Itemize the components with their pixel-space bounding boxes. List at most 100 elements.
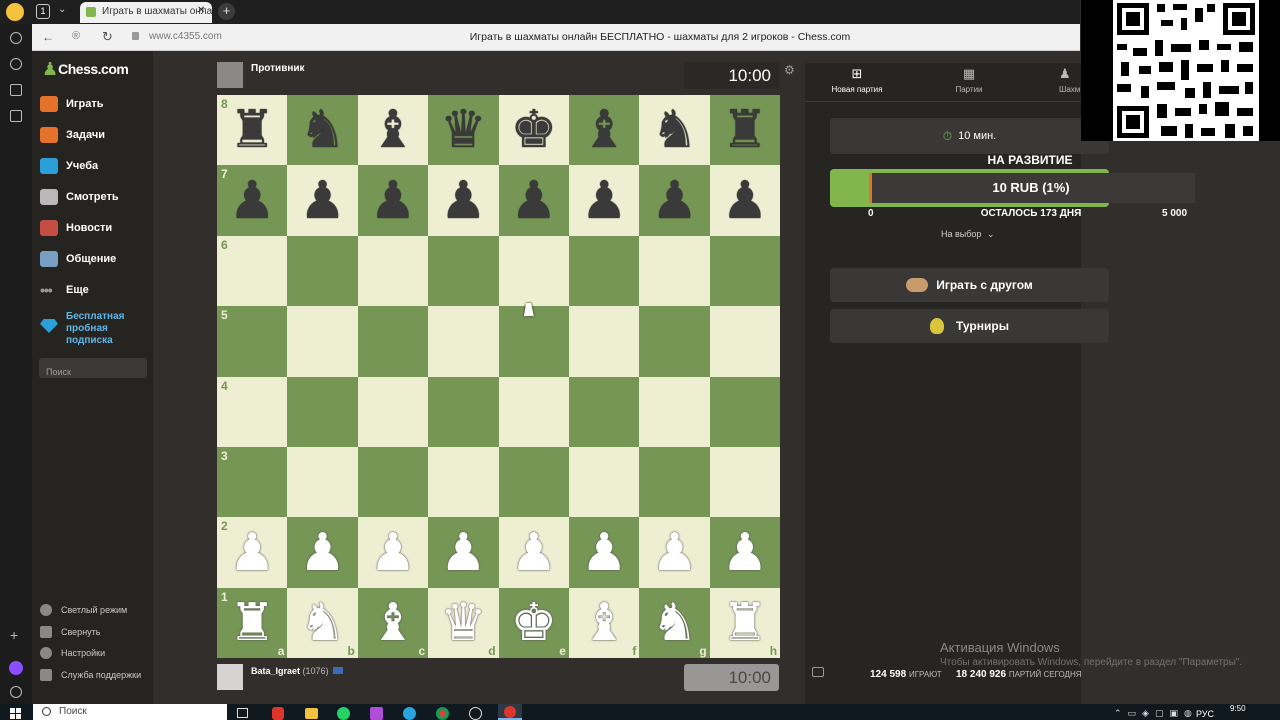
tab-close-icon[interactable]: ✕ (197, 5, 205, 16)
nav-news[interactable]: Новости (40, 217, 152, 239)
tournaments-button[interactable]: Турниры (830, 309, 1109, 343)
play-friend-button[interactable]: Играть с другом (830, 268, 1109, 302)
board-settings-gear-icon[interactable]: ⚙ (784, 63, 795, 77)
board-square-e8[interactable]: ♚ (498, 95, 569, 166)
white-piece[interactable]: ♟ (651, 527, 698, 579)
history-icon[interactable] (10, 32, 22, 44)
white-piece[interactable]: ♛ (440, 597, 487, 649)
yandex-browser-taskbar-icon[interactable] (498, 704, 522, 720)
board-square-b7[interactable]: ♟ (287, 165, 358, 236)
nav-light-mode[interactable]: Светлый режим (40, 604, 127, 616)
board-square-h4[interactable] (709, 376, 781, 447)
black-piece[interactable]: ♝ (370, 104, 417, 156)
whatsapp-icon[interactable] (337, 707, 350, 720)
board-square-b3[interactable] (287, 446, 358, 518)
player-name[interactable]: Bata_Igraet (251, 666, 300, 676)
board-square-f3[interactable] (568, 446, 640, 518)
board-square-b6[interactable] (287, 235, 358, 307)
telegram-icon[interactable] (403, 707, 416, 720)
board-square-e3[interactable] (498, 446, 569, 518)
nav-social[interactable]: Общение (40, 248, 152, 270)
white-piece[interactable]: ♟ (229, 527, 276, 579)
board-square-g8[interactable]: ♞ (639, 95, 710, 166)
black-piece[interactable]: ♟ (299, 175, 346, 227)
tab-players[interactable]: ♟ Шахм (1040, 66, 1080, 94)
board-square-g3[interactable] (639, 446, 710, 518)
board-square-e1[interactable]: e ♚ (498, 587, 569, 659)
tray-icons[interactable]: ⌃▭◈▢▣◍ (1114, 708, 1198, 719)
app-icon[interactable] (370, 707, 383, 720)
board-square-b5[interactable] (287, 306, 358, 377)
new-tab-button[interactable]: + (218, 3, 235, 20)
board-square-h7[interactable]: ♟ (709, 165, 781, 236)
player-avatar[interactable] (217, 664, 243, 690)
board-square-c7[interactable]: ♟ (357, 165, 429, 236)
board-square-f4[interactable] (568, 376, 640, 447)
board-square-a6[interactable]: 6 (217, 235, 288, 307)
board-square-a8[interactable]: 8 ♜ (217, 95, 288, 166)
board-square-h8[interactable]: ♜ (709, 95, 781, 166)
black-piece[interactable]: ♝ (581, 104, 628, 156)
board-square-c5[interactable] (357, 306, 429, 377)
tab-games[interactable]: ▦ Партии (929, 66, 1009, 94)
board-square-g6[interactable] (639, 235, 710, 307)
yandex-app-icon[interactable] (272, 707, 284, 720)
board-square-f2[interactable]: ♟ (568, 517, 640, 588)
board-square-b4[interactable] (287, 376, 358, 447)
board-square-f5[interactable] (568, 306, 640, 377)
chess-board[interactable]: 8 ♜ ♞ ♝ ♛ ♚ ♝ ♞ ♜ 7 ♟ ♟ ♟ ♟ ♟ ♟ ♟ ♟ 6 5 4 3 2 ♟ ♟ ♟ ♟ ♟ ♟ ♟ ♟ 1 a ♜ b ♞ c ♝ d ♛… (217, 95, 781, 659)
white-piece[interactable]: ♟ (299, 527, 346, 579)
taskbar-search-input[interactable]: Поиск (33, 704, 227, 720)
board-square-f8[interactable]: ♝ (568, 95, 640, 166)
black-piece[interactable]: ♜ (229, 104, 276, 156)
board-square-g5[interactable] (639, 306, 710, 377)
board-square-c4[interactable] (357, 376, 429, 447)
board-square-e7[interactable]: ♟ (498, 165, 569, 236)
tab-list-chevron-icon[interactable]: ⌄ (58, 4, 66, 15)
board-square-a1[interactable]: 1 a ♜ (217, 587, 288, 659)
board-square-a3[interactable]: 3 (217, 446, 288, 518)
opponent-name[interactable]: Противник (251, 63, 305, 74)
black-piece[interactable]: ♟ (370, 175, 417, 227)
add-icon[interactable]: + (10, 627, 18, 643)
reload-icon[interactable]: ↻ (102, 29, 113, 45)
task-view-icon[interactable] (237, 708, 248, 718)
board-square-b8[interactable]: ♞ (287, 95, 358, 166)
black-piece[interactable]: ♟ (581, 175, 628, 227)
board-square-h2[interactable]: ♟ (709, 517, 781, 588)
board-square-e4[interactable] (498, 376, 569, 447)
white-piece[interactable]: ♟ (581, 527, 628, 579)
browser-logo-icon[interactable] (6, 3, 24, 21)
board-square-h3[interactable] (709, 446, 781, 518)
board-square-b1[interactable]: b ♞ (287, 587, 358, 659)
gallery-icon[interactable] (10, 110, 22, 122)
board-square-e2[interactable]: ♟ (498, 517, 569, 588)
back-arrow-icon[interactable]: ← (42, 30, 54, 44)
alice-icon[interactable] (9, 661, 23, 675)
nav-learn[interactable]: Учеба (40, 155, 152, 177)
board-square-d7[interactable]: ♟ (428, 165, 499, 236)
browser-tab-active[interactable]: Играть в шахматы онлайн (80, 2, 212, 23)
white-piece[interactable]: ♟ (440, 527, 487, 579)
nav-support[interactable]: Служба поддержки (40, 669, 141, 681)
board-square-f7[interactable]: ♟ (568, 165, 640, 236)
board-square-c3[interactable] (357, 446, 429, 518)
nav-free-trial[interactable]: Бесплатная пробная подписка (40, 311, 150, 347)
board-square-g7[interactable]: ♟ (639, 165, 710, 236)
black-piece[interactable]: ♞ (299, 104, 346, 156)
board-square-f1[interactable]: f ♝ (568, 587, 640, 659)
explorer-icon[interactable] (305, 708, 318, 719)
nav-puzzles[interactable]: Задачи (40, 124, 152, 146)
board-square-h5[interactable] (709, 306, 781, 377)
board-square-a4[interactable]: 4 (217, 376, 288, 447)
white-piece[interactable]: ♜ (229, 597, 276, 649)
white-piece[interactable]: ♝ (581, 597, 628, 649)
nav-more[interactable]: ••• Еще (40, 279, 152, 301)
clock-app-icon[interactable] (469, 707, 482, 720)
board-square-d1[interactable]: d ♛ (428, 587, 499, 659)
settings-icon[interactable] (10, 686, 22, 698)
black-piece[interactable]: ♞ (651, 104, 698, 156)
clock[interactable]: 9:50 (1230, 704, 1246, 713)
search-input[interactable]: Поиск (39, 358, 147, 378)
white-piece[interactable]: ♝ (370, 597, 417, 649)
